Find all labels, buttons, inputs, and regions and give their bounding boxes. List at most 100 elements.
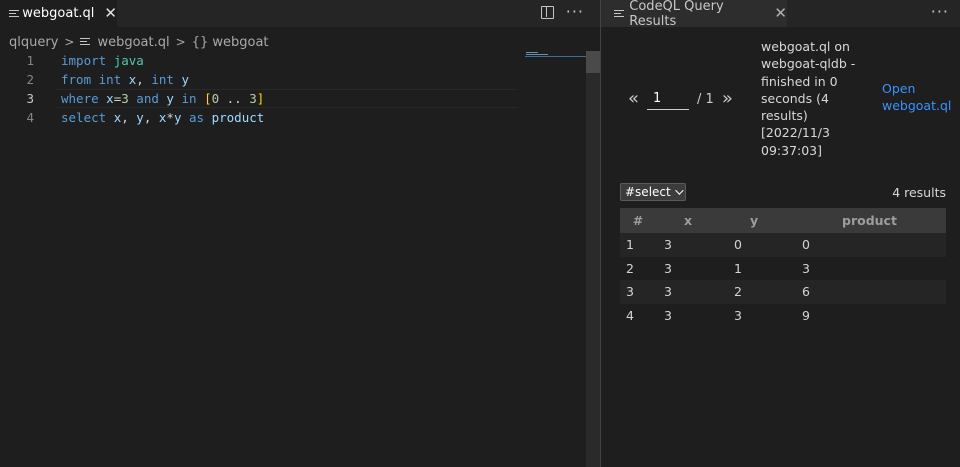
code-token: and bbox=[136, 91, 159, 106]
next-page-button[interactable]: » bbox=[722, 90, 733, 108]
breadcrumb-symbol[interactable]: {} webgoat bbox=[192, 35, 269, 50]
code-token: .. bbox=[219, 91, 250, 106]
page-number-input[interactable] bbox=[647, 88, 690, 110]
query-run-info: webgoat.ql on webgoat-qldb - finished in… bbox=[761, 39, 856, 158]
cell-index: 1 bbox=[626, 237, 634, 253]
cell-x: 3 bbox=[664, 284, 672, 300]
code-token: int bbox=[151, 72, 174, 87]
table-header-row: # x y product bbox=[620, 208, 946, 233]
code-token: , bbox=[136, 72, 152, 87]
results-actions: ··· bbox=[931, 4, 949, 21]
code-token: 3 bbox=[249, 91, 257, 106]
minimap-viewport bbox=[525, 56, 587, 57]
code-text[interactable]: import java bbox=[61, 53, 144, 68]
file-lines-icon bbox=[80, 37, 91, 47]
editor-group: webgoat.ql ✕ ··· qlquery > webgoat.ql > … bbox=[0, 0, 600, 467]
table-row[interactable]: 1 3 0 0 bbox=[620, 233, 946, 257]
line-number: 1 bbox=[26, 53, 34, 68]
column-header-y[interactable]: y bbox=[726, 208, 802, 233]
code-token: select bbox=[61, 110, 107, 125]
code-token: x bbox=[106, 91, 114, 106]
prev-page-button[interactable]: « bbox=[628, 90, 639, 108]
code-token: from bbox=[61, 72, 92, 87]
results-tab-label: CodeQL Query Results bbox=[629, 0, 724, 29]
close-icon[interactable]: ✕ bbox=[104, 6, 117, 21]
file-lines-icon bbox=[9, 9, 19, 19]
code-token: = bbox=[113, 91, 122, 106]
more-actions-icon[interactable]: ··· bbox=[931, 2, 949, 21]
table-row[interactable]: 4 3 3 9 bbox=[620, 304, 946, 328]
code-editor[interactable]: 1 import java 2 from int x, int y 3 where x=3… bbox=[0, 51, 520, 127]
cell-y: 3 bbox=[734, 307, 742, 323]
cell-x: 3 bbox=[664, 260, 672, 276]
column-header-product[interactable]: product bbox=[802, 208, 946, 233]
cell-product: 3 bbox=[802, 260, 810, 276]
tab-label: webgoat.ql bbox=[22, 6, 95, 21]
code-token: [ bbox=[204, 91, 212, 106]
cell-x: 3 bbox=[664, 237, 672, 253]
code-line[interactable]: 4 select x, y, x*y as product bbox=[0, 108, 520, 127]
result-set-select[interactable]: #select bbox=[620, 183, 686, 201]
scrollbar-thumb[interactable] bbox=[586, 51, 600, 73]
editor-scrollbar[interactable] bbox=[586, 51, 600, 467]
split-editor-icon[interactable] bbox=[540, 5, 554, 19]
table-row[interactable]: 2 3 1 3 bbox=[620, 257, 946, 281]
code-token: import bbox=[61, 53, 107, 68]
cell-y: 0 bbox=[734, 237, 742, 253]
code-line[interactable]: 1 import java bbox=[0, 51, 520, 70]
line-number: 3 bbox=[26, 91, 34, 106]
code-token: y bbox=[166, 91, 174, 106]
column-header-x[interactable]: x bbox=[656, 208, 726, 233]
column-header-index[interactable]: # bbox=[620, 208, 656, 233]
code-token: as bbox=[189, 110, 205, 125]
chevron-down-icon bbox=[674, 186, 684, 195]
line-number: 2 bbox=[26, 72, 34, 87]
results-tabbar: CodeQL Query Results ✕ ··· bbox=[601, 0, 960, 29]
code-token: * bbox=[166, 110, 174, 125]
editor-tabbar: webgoat.ql ✕ ··· bbox=[0, 0, 600, 27]
cell-y: 2 bbox=[734, 284, 742, 300]
code-token: y bbox=[136, 110, 144, 125]
code-text[interactable]: from int x, int y bbox=[61, 72, 189, 87]
code-text[interactable]: select x, y, x*y as product bbox=[61, 110, 264, 125]
code-text[interactable]: where x=3 and y in [0 .. 3] bbox=[61, 91, 264, 106]
close-icon[interactable]: ✕ bbox=[774, 6, 787, 21]
more-actions-icon[interactable]: ··· bbox=[566, 4, 584, 20]
code-token: y bbox=[181, 72, 189, 87]
table-row[interactable]: 3 3 2 6 bbox=[620, 280, 946, 304]
code-token: 0 bbox=[211, 91, 220, 106]
result-count: 4 results bbox=[892, 185, 946, 200]
code-token: product bbox=[211, 110, 265, 125]
breadcrumb-folder[interactable]: qlquery bbox=[9, 35, 58, 50]
page-total: / 1 bbox=[697, 91, 714, 107]
tab-codeql-results[interactable]: CodeQL Query Results ✕ bbox=[601, 0, 787, 29]
cell-index: 3 bbox=[626, 284, 634, 300]
results-table: # x y product 1 3 0 0 2 3 1 3 3 3 2 6 4 … bbox=[620, 208, 946, 327]
open-query-link[interactable]: Open webgoat.ql bbox=[882, 80, 954, 114]
code-token: 3 bbox=[121, 91, 129, 106]
breadcrumb-file[interactable]: webgoat.ql bbox=[97, 35, 169, 50]
code-line[interactable]: 2 from int x, int y bbox=[0, 70, 520, 89]
code-token: , bbox=[143, 110, 159, 125]
code-line[interactable]: 3 where x=3 and y in [0 .. 3] bbox=[0, 89, 520, 108]
code-token: , bbox=[121, 110, 137, 125]
code-token: ] bbox=[256, 91, 265, 106]
tab-webgoat-ql[interactable]: webgoat.ql ✕ bbox=[0, 0, 117, 27]
code-token: in bbox=[181, 91, 197, 106]
pagination: « / 1 » bbox=[628, 88, 733, 110]
cell-y: 1 bbox=[734, 260, 742, 276]
result-set-value: #select bbox=[625, 185, 671, 199]
code-token: java bbox=[113, 53, 144, 68]
cell-product: 6 bbox=[802, 284, 810, 300]
cell-index: 4 bbox=[626, 307, 634, 323]
